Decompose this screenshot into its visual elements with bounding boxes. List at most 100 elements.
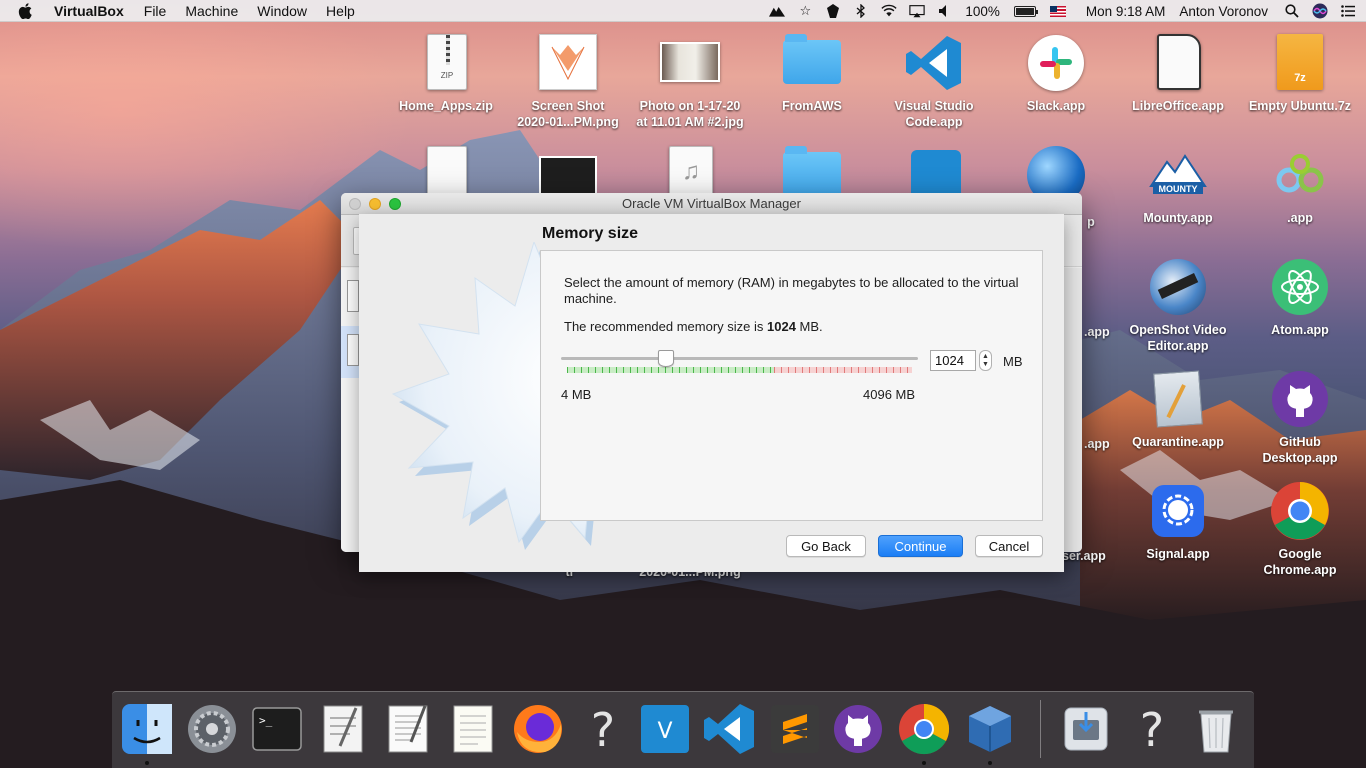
continue-button[interactable]: Continue [878, 535, 963, 557]
spotlight-search-icon[interactable] [1284, 3, 1300, 19]
apple-menu-icon[interactable] [18, 2, 36, 19]
svg-text:>_: >_ [259, 714, 273, 727]
star-icon[interactable]: ☆ [797, 3, 813, 19]
create-vm-wizard-dialog[interactable]: Memory size Select the amount of memory … [359, 214, 1064, 572]
menu-window[interactable]: Window [257, 3, 307, 19]
battery-icon[interactable] [1012, 3, 1038, 19]
dock-item-trash[interactable] [1189, 702, 1243, 756]
desktop-icon-photo[interactable]: Photo on 1-17-20 at 11.01 AM #2.jpg [629, 32, 751, 130]
menubar-user[interactable]: Anton Voronov [1179, 4, 1268, 19]
close-icon[interactable] [349, 198, 361, 210]
desktop-icon-slack[interactable]: Slack.app [995, 32, 1117, 114]
desktop-icon-google-chrome[interactable]: Google Chrome.app [1239, 480, 1361, 578]
desktop-icon-label: Home_Apps.zip [399, 99, 493, 113]
svg-text:MOUNTY: MOUNTY [1159, 184, 1198, 194]
desktop-icon-libreoffice[interactable]: LibreOffice.app [1117, 32, 1239, 114]
zoom-icon[interactable] [389, 198, 401, 210]
wifi-icon[interactable] [881, 3, 897, 19]
dock-item-sublime[interactable] [768, 702, 822, 756]
desktop-icon-label: p [1087, 215, 1095, 229]
dock-item-vscode[interactable] [702, 702, 756, 756]
dock-item-finder[interactable] [120, 702, 174, 765]
running-indicator [145, 761, 149, 765]
vm-list-item[interactable] [347, 280, 359, 312]
manager-titlebar[interactable]: Oracle VM VirtualBox Manager [341, 193, 1082, 215]
desktop-icon-dot-app[interactable]: .app [1239, 144, 1361, 226]
menu-file[interactable]: File [144, 3, 167, 19]
cancel-button[interactable]: Cancel [975, 535, 1043, 557]
desktop-icon-empty-ubuntu[interactable]: 7z Empty Ubuntu.7z [1239, 32, 1361, 114]
desktop-icon-label: Google Chrome.app [1263, 547, 1337, 577]
desktop-icon-github-desktop[interactable]: GitHub Desktop.app [1239, 368, 1361, 466]
minimize-icon[interactable] [369, 198, 381, 210]
desktop-icon-vscode[interactable]: Visual Studio Code.app [873, 32, 995, 130]
volume-icon[interactable] [937, 3, 953, 19]
finder-icon [122, 704, 172, 754]
menubar-clock[interactable]: Mon 9:18 AM [1086, 4, 1166, 19]
slider-thumb[interactable] [658, 350, 674, 367]
vm-list[interactable] [341, 268, 359, 552]
siri-icon[interactable] [1312, 3, 1328, 19]
recommend-prefix: The recommended memory size is [564, 319, 768, 334]
desktop-icon-label: Mounty.app [1143, 211, 1213, 225]
malwarebytes-icon[interactable] [825, 3, 841, 19]
memory-slider[interactable] [561, 349, 919, 379]
dock-separator [1040, 700, 1041, 758]
svg-text:V: V [657, 719, 672, 744]
app-name-menu[interactable]: VirtualBox [54, 3, 124, 19]
system-preferences-icon [188, 705, 236, 753]
desktop-icon-mounty[interactable]: MOUNTY Mounty.app [1117, 144, 1239, 226]
folder-icon [781, 32, 843, 94]
slider-track[interactable] [561, 357, 918, 360]
dock-item-virtualbox[interactable] [963, 702, 1017, 765]
desktop-icon-fromaws[interactable]: FromAWS [751, 32, 873, 114]
svg-text:?: ? [591, 703, 615, 756]
menu-help[interactable]: Help [326, 3, 355, 19]
dock-item-github[interactable] [831, 702, 885, 756]
dock-item-firefox[interactable] [511, 702, 565, 756]
dock-item-system-preferences[interactable] [185, 702, 239, 756]
input-source-flag-icon[interactable] [1049, 3, 1066, 19]
menu-machine[interactable]: Machine [185, 3, 238, 19]
archive-7z-icon: 7z [1269, 32, 1331, 94]
desktop-icon-label: OpenShot Video Editor.app [1129, 323, 1227, 353]
desktop-icon-atom[interactable]: Atom.app [1239, 256, 1361, 338]
dock-item-script-editor[interactable] [316, 702, 370, 756]
terminal-icon: >_ [252, 707, 302, 751]
chevron-up-icon[interactable]: ▲ [982, 353, 989, 361]
dock-item-notes[interactable] [446, 702, 500, 756]
go-back-button[interactable]: Go Back [786, 535, 866, 557]
slider-min-label: 4 MB [561, 387, 592, 402]
dock-item-chrome[interactable] [897, 702, 951, 765]
atom-icon [1269, 256, 1331, 318]
memory-size-input[interactable] [930, 350, 976, 371]
vm-list-item-selected[interactable] [341, 326, 359, 378]
dock-item-unknown-app[interactable]: ? [576, 702, 630, 757]
svg-text:?: ? [1140, 703, 1164, 756]
memory-stepper[interactable]: ▲ ▼ [979, 350, 992, 371]
desktop-icon-label: Photo on 1-17-20 at 11.01 AM #2.jpg [636, 99, 744, 129]
notes-icon [453, 705, 493, 753]
window-title: Oracle VM VirtualBox Manager [622, 196, 801, 211]
bluetooth-icon[interactable] [853, 3, 869, 19]
desktop-icon-openshot[interactable]: OpenShot Video Editor.app [1117, 256, 1239, 354]
airplay-icon[interactable] [909, 3, 926, 19]
desktop-icon-home-apps-zip[interactable]: ZIP Home_Apps.zip [385, 32, 507, 114]
wizard-page-title: Memory size [542, 225, 639, 242]
textedit-icon [388, 705, 428, 753]
chevron-down-icon[interactable]: ▼ [982, 361, 989, 369]
sublime-icon [771, 705, 819, 753]
dock-item-vscode-insiders[interactable]: V [638, 702, 692, 756]
script-editor-icon [323, 705, 363, 753]
desktop-icon-quarantine[interactable]: Quarantine.app [1117, 368, 1239, 450]
dock-item-downloads[interactable] [1059, 702, 1113, 756]
chrome-icon [1269, 480, 1331, 542]
desktop-icon-signal[interactable]: Signal.app [1117, 480, 1239, 562]
dock-item-terminal[interactable]: >_ [250, 702, 304, 756]
vscode-icon [903, 32, 965, 94]
mounty-menubar-icon[interactable] [769, 3, 786, 19]
desktop-icon-screen-shot[interactable]: Screen Shot 2020-01...PM.png [507, 32, 629, 130]
notification-center-icon[interactable] [1340, 3, 1356, 19]
dock-item-unknown-app[interactable]: ? [1125, 702, 1179, 757]
dock-item-textedit[interactable] [381, 702, 435, 756]
